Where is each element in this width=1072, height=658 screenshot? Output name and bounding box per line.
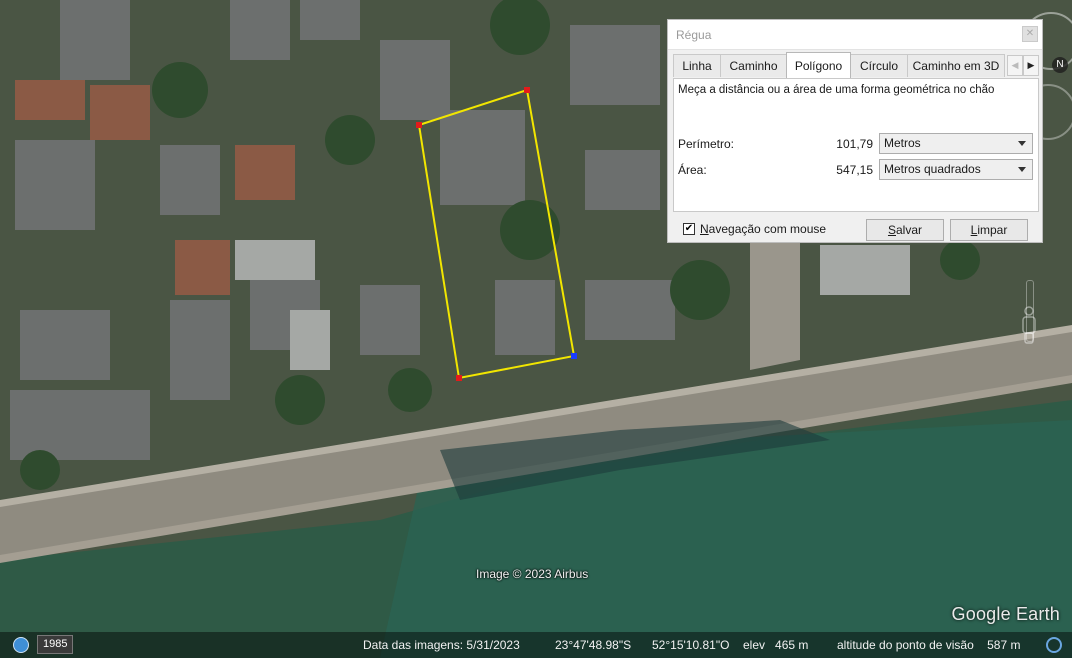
area-value: 547,15 xyxy=(836,163,873,177)
perimeter-unit-select[interactable]: Metros xyxy=(879,133,1033,154)
mouse-navigation-checkbox[interactable]: ✔ xyxy=(683,223,695,235)
eye-altitude: altitude do ponto de visão 587 m xyxy=(837,638,1021,652)
chevron-down-icon xyxy=(1018,167,1026,172)
perimeter-value: 101,79 xyxy=(836,137,873,151)
chevron-left-icon[interactable]: ◀ xyxy=(1007,55,1023,76)
area-unit-select[interactable]: Metros quadrados xyxy=(879,159,1033,180)
polygon-panel: Meça a distância ou a área de uma forma … xyxy=(673,78,1039,212)
streaming-status-icon xyxy=(1046,637,1062,653)
dialog-title: Régua xyxy=(676,28,712,42)
latitude: 23°47'48.98"S xyxy=(555,638,632,652)
polygon-vertex-last[interactable] xyxy=(571,353,577,359)
tab-circulo[interactable]: Círculo xyxy=(850,54,908,77)
mouse-navigation-label[interactable]: Navegação com mouse xyxy=(700,222,826,236)
close-icon[interactable]: ✕ xyxy=(1022,26,1038,42)
polygon-description: Meça a distância ou a área de uma forma … xyxy=(678,84,995,96)
ruler-dialog: Régua ✕ Linha Caminho Polígono Círculo C… xyxy=(667,19,1043,243)
area-unit-value: Metros quadrados xyxy=(884,162,981,176)
elevation: elev 465 m xyxy=(743,638,809,652)
tab-poligono[interactable]: Polígono xyxy=(786,52,851,78)
clear-button[interactable]: Limpar xyxy=(950,219,1028,241)
ruler-tabs: Linha Caminho Polígono Círculo Caminho e… xyxy=(673,52,1009,78)
chevron-down-icon xyxy=(1018,141,1026,146)
status-bar: 1985 Data das imagens: 5/31/2023 23°47'4… xyxy=(0,632,1072,658)
longitude: 52°15'10.81"O xyxy=(652,638,730,652)
image-date: Data das imagens: 5/31/2023 xyxy=(363,638,520,652)
dialog-titlebar[interactable]: Régua ✕ xyxy=(668,20,1042,50)
google-earth-logo: Google Earth xyxy=(951,604,1060,624)
chevron-right-icon[interactable]: ▶ xyxy=(1023,55,1039,76)
save-button-mnemonic: S xyxy=(887,223,896,237)
historical-imagery-icon[interactable] xyxy=(13,637,29,653)
area-label: Área: xyxy=(678,163,707,177)
polygon-vertex[interactable] xyxy=(456,375,462,381)
compass-north-label[interactable]: N xyxy=(1052,57,1068,73)
historical-year-badge[interactable]: 1985 xyxy=(37,635,74,654)
perimeter-unit-value: Metros xyxy=(884,136,921,150)
polygon-vertex[interactable] xyxy=(524,87,530,93)
clear-button-rest: impar xyxy=(977,223,1008,237)
mouse-navigation-label-text: avegação com mouse xyxy=(708,222,827,236)
perimeter-label: Perímetro: xyxy=(678,137,735,151)
street-view-pegman-icon[interactable] xyxy=(1017,305,1041,345)
imagery-copyright: Image © 2023 Airbus xyxy=(476,567,589,581)
save-button[interactable]: Salvar xyxy=(866,219,944,241)
save-button-rest: alvar xyxy=(896,223,923,237)
tab-caminho[interactable]: Caminho xyxy=(720,54,787,77)
tab-caminho-3d[interactable]: Caminho em 3D xyxy=(907,54,1005,77)
tab-linha[interactable]: Linha xyxy=(673,54,721,77)
polygon-vertex[interactable] xyxy=(416,122,422,128)
